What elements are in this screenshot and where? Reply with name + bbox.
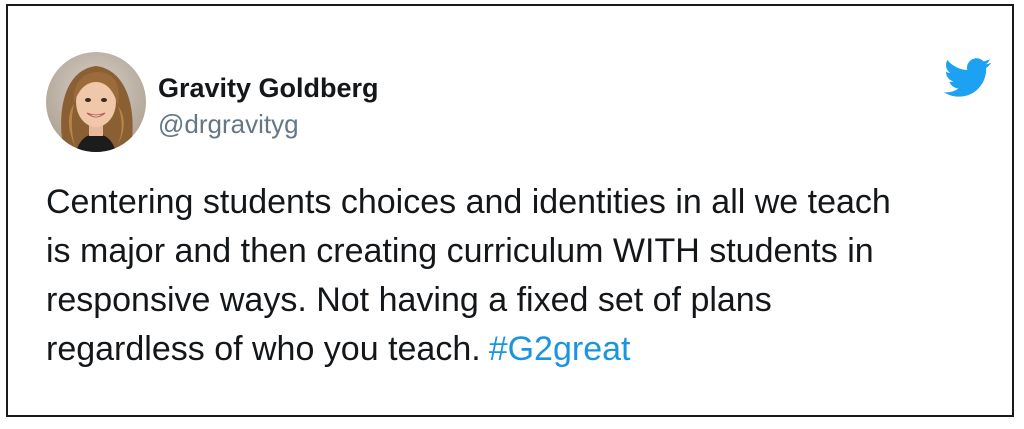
- tweet-text-last-line: regardless of who you teach. #G2great: [46, 325, 996, 374]
- author-name[interactable]: Gravity Goldberg: [158, 72, 379, 104]
- tweet-body: Centering students choices and identitie…: [46, 178, 996, 374]
- avatar-photo-icon: [46, 52, 146, 152]
- tweet-header: Gravity Goldberg @drgravityg: [46, 52, 992, 156]
- author-handle[interactable]: @drgravityg: [158, 108, 379, 140]
- hashtag-link[interactable]: #G2great: [489, 330, 631, 368]
- tweet-text-line: Centering students choices and identitie…: [46, 183, 891, 221]
- tweet-text-line: regardless of who you teach.: [46, 330, 481, 368]
- tweet-card: Gravity Goldberg @drgravityg Centering s…: [6, 4, 1014, 417]
- tweet-text-line: responsive ways. Not having a fixed set …: [46, 281, 772, 319]
- twitter-bird-icon[interactable]: [944, 58, 992, 98]
- author-info: Gravity Goldberg @drgravityg: [158, 72, 379, 140]
- tweet-text-line: is major and then creating curriculum WI…: [46, 232, 874, 270]
- avatar[interactable]: [46, 52, 146, 152]
